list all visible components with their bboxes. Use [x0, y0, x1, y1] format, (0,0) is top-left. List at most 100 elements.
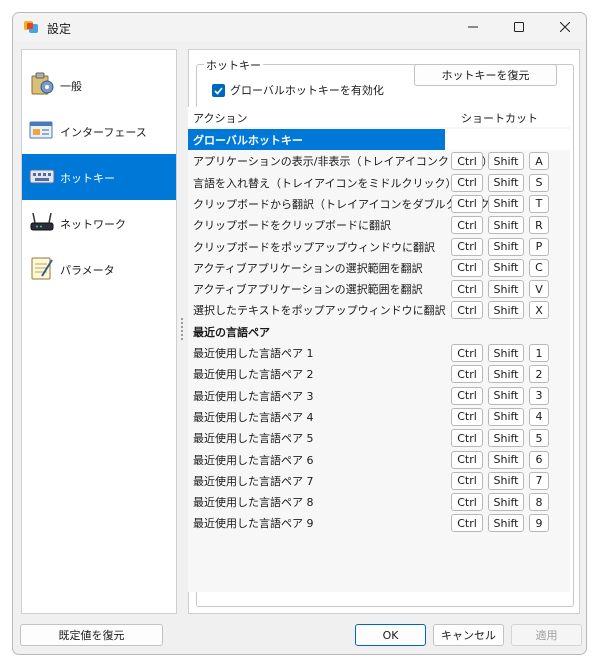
- shortcut-key[interactable]: 1: [529, 344, 549, 362]
- table-row[interactable]: クリップボードから翻訳（トレイアイコンをダブルクリック） Ctrl Shift T: [188, 193, 570, 214]
- table-row[interactable]: 最近使用した言語ペア 7 Ctrl Shift 7: [188, 470, 570, 491]
- shortcut-key[interactable]: 9: [529, 514, 549, 533]
- shift-key[interactable]: Shift: [488, 237, 524, 256]
- action-cell: 選択したテキストをポップアップウィンドウに翻訳: [193, 304, 446, 318]
- shift-key[interactable]: Shift: [488, 514, 524, 533]
- table-row[interactable]: 最近使用した言語ペア 5 Ctrl Shift 5: [188, 427, 570, 448]
- shift-key[interactable]: Shift: [488, 450, 524, 469]
- action-cell: アプリケーションの表示/非表示（トレイアイコンクリック）: [193, 155, 493, 169]
- enable-global-hotkeys[interactable]: グローバルホットキーを有効化: [212, 82, 384, 98]
- ctrl-key[interactable]: Ctrl: [451, 365, 483, 384]
- shortcut-key[interactable]: 4: [529, 407, 549, 426]
- sidebar-item-general[interactable]: 一般: [22, 62, 176, 108]
- action-cell: 最近使用した言語ペア 8: [193, 496, 314, 510]
- window-title: 設定: [47, 22, 72, 36]
- sidebar-item-network[interactable]: ネットワーク: [22, 200, 176, 246]
- app-logo-icon: [24, 21, 38, 33]
- shortcut-key[interactable]: 8: [529, 493, 549, 512]
- table-row[interactable]: アプリケーションの表示/非表示（トレイアイコンクリック） Ctrl Shift A: [188, 150, 570, 171]
- table-row[interactable]: 言語を入れ替え（トレイアイコンをミドルクリック） Ctrl Shift S: [188, 172, 570, 193]
- shift-key[interactable]: Shift: [488, 280, 524, 299]
- ctrl-key[interactable]: Ctrl: [451, 429, 483, 448]
- shortcut-key[interactable]: R: [529, 216, 549, 235]
- sidebar-item-label: ネットワーク: [60, 218, 126, 231]
- shortcut-key[interactable]: 7: [529, 471, 549, 490]
- action-cell: 最近使用した言語ペア 5: [193, 432, 314, 446]
- table-row[interactable]: アクティブアプリケーションの選択範囲を翻訳 Ctrl Shift V: [188, 278, 570, 299]
- shift-key[interactable]: Shift: [488, 344, 524, 362]
- ctrl-key[interactable]: Ctrl: [451, 173, 483, 192]
- sidebar-item-hotkeys[interactable]: ホットキー: [22, 154, 176, 200]
- ctrl-key[interactable]: Ctrl: [451, 493, 483, 512]
- shortcut-key[interactable]: X: [529, 301, 549, 320]
- shift-key[interactable]: Shift: [488, 471, 524, 490]
- ctrl-key[interactable]: Ctrl: [451, 237, 483, 256]
- shortcut-key[interactable]: A: [529, 152, 549, 171]
- ctrl-key[interactable]: Ctrl: [451, 280, 483, 299]
- action-cell: アクティブアプリケーションの選択範囲を翻訳: [193, 261, 423, 275]
- shift-key[interactable]: Shift: [488, 407, 524, 426]
- shortcut-key[interactable]: 6: [529, 450, 549, 469]
- table-group-row[interactable]: 最近の言語ペア: [188, 321, 570, 342]
- shift-key[interactable]: Shift: [488, 258, 524, 277]
- table-row[interactable]: クリップボードをポップアップウィンドウに翻訳 Ctrl Shift P: [188, 236, 570, 257]
- shortcut-key[interactable]: T: [529, 194, 549, 213]
- ctrl-key[interactable]: Ctrl: [451, 344, 483, 362]
- ok-button[interactable]: OK: [355, 624, 426, 646]
- shortcut-key[interactable]: 3: [529, 386, 549, 405]
- title-bar: 設定: [13, 13, 586, 41]
- panel-splitter[interactable]: [180, 318, 184, 344]
- table-row[interactable]: 最近使用した言語ペア 8 Ctrl Shift 8: [188, 491, 570, 512]
- sidebar-item-interface[interactable]: インターフェース: [22, 108, 176, 154]
- table-row[interactable]: アクティブアプリケーションの選択範囲を翻訳 Ctrl Shift C: [188, 257, 570, 278]
- shortcut-key[interactable]: V: [529, 280, 549, 299]
- ctrl-key[interactable]: Ctrl: [451, 471, 483, 490]
- ctrl-key[interactable]: Ctrl: [451, 514, 483, 533]
- ctrl-key[interactable]: Ctrl: [451, 216, 483, 235]
- sidebar-item-parameters[interactable]: パラメータ: [22, 246, 176, 292]
- shift-key[interactable]: Shift: [488, 386, 524, 405]
- minimize-button[interactable]: [450, 13, 496, 41]
- ctrl-key[interactable]: Ctrl: [451, 258, 483, 277]
- restore-hotkeys-button[interactable]: ホットキーを復元: [414, 64, 557, 86]
- ctrl-key[interactable]: Ctrl: [451, 152, 483, 171]
- cancel-button[interactable]: キャンセル: [433, 624, 504, 646]
- table-row[interactable]: 最近使用した言語ペア 6 Ctrl Shift 6: [188, 449, 570, 470]
- maximize-icon: [514, 22, 524, 32]
- shortcut-key[interactable]: P: [529, 237, 549, 256]
- ctrl-key[interactable]: Ctrl: [451, 407, 483, 426]
- action-cell: クリップボードをポップアップウィンドウに翻訳: [193, 240, 435, 254]
- shift-key[interactable]: Shift: [488, 493, 524, 512]
- action-cell: 最近使用した言語ペア 6: [193, 453, 314, 467]
- column-header-action: アクション: [193, 112, 248, 125]
- table-row[interactable]: 最近使用した言語ペア 3 Ctrl Shift 3: [188, 385, 570, 406]
- close-button[interactable]: [542, 13, 586, 41]
- shift-key[interactable]: Shift: [488, 194, 524, 213]
- table-row[interactable]: 最近使用した言語ペア 9 Ctrl Shift 9: [188, 512, 570, 533]
- shortcut-key[interactable]: 5: [529, 429, 549, 448]
- table-row[interactable]: 選択したテキストをポップアップウィンドウに翻訳 Ctrl Shift X: [188, 299, 570, 320]
- ctrl-key[interactable]: Ctrl: [451, 194, 483, 213]
- ctrl-key[interactable]: Ctrl: [451, 386, 483, 405]
- table-row[interactable]: 最近使用した言語ペア 2 Ctrl Shift 2: [188, 363, 570, 384]
- checkmark-icon: [214, 86, 223, 95]
- ctrl-key[interactable]: Ctrl: [451, 450, 483, 469]
- shift-key[interactable]: Shift: [488, 365, 524, 384]
- enable-global-checkbox[interactable]: [212, 83, 225, 97]
- shift-key[interactable]: Shift: [488, 429, 524, 448]
- table-row[interactable]: 最近使用した言語ペア 1 Ctrl Shift 1: [188, 342, 570, 363]
- shift-key[interactable]: Shift: [488, 301, 524, 320]
- table-group-row[interactable]: グローバルホットキー: [188, 129, 570, 150]
- shortcut-key[interactable]: 2: [529, 365, 549, 384]
- shift-key[interactable]: Shift: [488, 173, 524, 192]
- table-row[interactable]: クリップボードをクリップボードに翻訳 Ctrl Shift R: [188, 214, 570, 235]
- restore-defaults-button[interactable]: 既定値を復元: [20, 624, 163, 646]
- shift-key[interactable]: Shift: [488, 152, 524, 171]
- maximize-button[interactable]: [496, 13, 542, 41]
- table-row[interactable]: 最近使用した言語ペア 4 Ctrl Shift 4: [188, 406, 570, 427]
- shift-key[interactable]: Shift: [488, 216, 524, 235]
- ctrl-key[interactable]: Ctrl: [451, 301, 483, 320]
- shortcut-key[interactable]: S: [529, 173, 549, 192]
- keyboard-icon: [29, 169, 55, 184]
- shortcut-key[interactable]: C: [529, 258, 549, 277]
